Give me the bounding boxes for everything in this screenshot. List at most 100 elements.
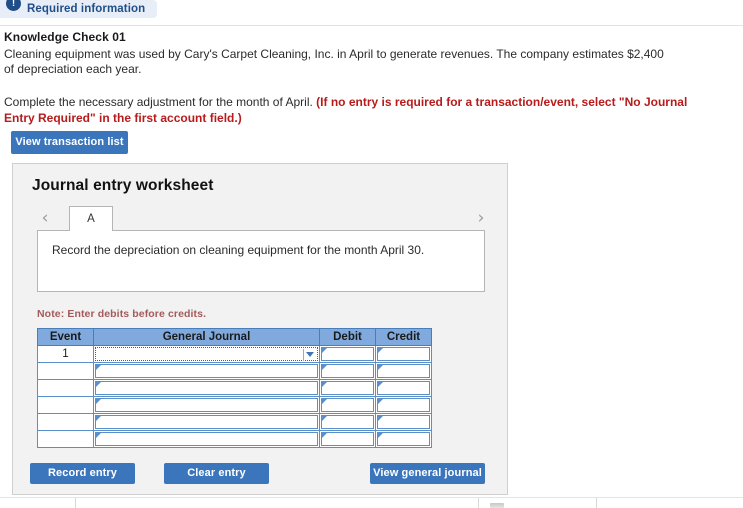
view-general-journal-button[interactable]: View general journal bbox=[370, 463, 485, 484]
cell-general-journal-1[interactable] bbox=[93, 345, 320, 363]
account-select-2[interactable] bbox=[95, 364, 318, 378]
cell-marker-icon bbox=[96, 365, 101, 370]
cell-event-4 bbox=[37, 396, 94, 414]
column-header-event: Event bbox=[37, 328, 94, 346]
cell-general-journal-2[interactable] bbox=[93, 362, 320, 380]
debit-input-4[interactable] bbox=[321, 398, 374, 412]
credit-input-5[interactable] bbox=[377, 415, 430, 429]
cell-marker-icon bbox=[378, 399, 383, 404]
credit-input-1[interactable] bbox=[377, 347, 430, 361]
debit-input-6[interactable] bbox=[321, 432, 374, 446]
cell-marker-icon bbox=[96, 399, 101, 404]
cell-credit-2[interactable] bbox=[375, 362, 432, 380]
cell-marker-icon bbox=[96, 382, 101, 387]
page-title: Knowledge Check 01 bbox=[4, 30, 126, 44]
cell-marker-icon bbox=[322, 433, 327, 438]
cell-credit-5[interactable] bbox=[375, 413, 432, 431]
required-information-tab: ! Required information bbox=[0, 0, 158, 18]
cell-debit-4[interactable] bbox=[319, 396, 376, 414]
cell-event-3 bbox=[37, 379, 94, 397]
account-select-1[interactable] bbox=[95, 347, 318, 361]
column-header-credit: Credit bbox=[375, 328, 432, 346]
cell-debit-5[interactable] bbox=[319, 413, 376, 431]
cell-marker-icon bbox=[378, 416, 383, 421]
chevron-right-icon[interactable]: › bbox=[473, 208, 489, 228]
account-select-4[interactable] bbox=[95, 398, 318, 412]
cell-credit-3[interactable] bbox=[375, 379, 432, 397]
worksheet-tabstrip: ‹ A › bbox=[13, 206, 509, 231]
record-entry-button[interactable]: Record entry bbox=[30, 463, 135, 484]
footer-separator bbox=[478, 498, 479, 508]
debit-input-3[interactable] bbox=[321, 381, 374, 395]
table-row bbox=[37, 396, 432, 414]
info-exclamation-icon: ! bbox=[6, 0, 21, 11]
header-divider bbox=[0, 25, 743, 26]
credit-input-6[interactable] bbox=[377, 432, 430, 446]
cell-debit-1[interactable] bbox=[319, 345, 376, 363]
cell-credit-6[interactable] bbox=[375, 430, 432, 448]
worksheet-title: Journal entry worksheet bbox=[32, 177, 214, 194]
table-row bbox=[37, 362, 432, 380]
required-information-label: Required information bbox=[27, 2, 146, 15]
transaction-description-panel: Record the depreciation on cleaning equi… bbox=[37, 230, 485, 292]
cell-marker-icon bbox=[378, 348, 383, 353]
question-instruction-plain: Complete the necessary adjustment for th… bbox=[4, 95, 317, 109]
table-row bbox=[37, 413, 432, 431]
cell-credit-1[interactable] bbox=[375, 345, 432, 363]
transaction-description-text: Record the depreciation on cleaning equi… bbox=[52, 243, 425, 257]
required-information-banner: ! Required information bbox=[0, 0, 158, 20]
cell-event-5 bbox=[37, 413, 94, 431]
account-select-3[interactable] bbox=[95, 381, 318, 395]
cell-general-journal-5[interactable] bbox=[93, 413, 320, 431]
cell-marker-icon bbox=[322, 416, 327, 421]
cell-event-1: 1 bbox=[37, 345, 94, 363]
cell-debit-2[interactable] bbox=[319, 362, 376, 380]
footer-separator bbox=[596, 498, 597, 508]
cell-marker-icon bbox=[322, 399, 327, 404]
cell-marker-icon bbox=[322, 348, 327, 353]
cell-debit-6[interactable] bbox=[319, 430, 376, 448]
cell-general-journal-6[interactable] bbox=[93, 430, 320, 448]
cell-marker-icon bbox=[322, 382, 327, 387]
chevron-down-icon[interactable] bbox=[306, 352, 314, 357]
debits-before-credits-note: Note: Enter debits before credits. bbox=[37, 308, 207, 320]
cell-marker-icon bbox=[96, 433, 101, 438]
column-header-debit: Debit bbox=[319, 328, 376, 346]
cell-marker-icon bbox=[96, 416, 101, 421]
dropdown-separator bbox=[303, 349, 304, 361]
table-row: 1 bbox=[37, 345, 432, 363]
view-transaction-list-button[interactable]: View transaction list bbox=[11, 131, 128, 154]
debit-input-1[interactable] bbox=[321, 347, 374, 361]
footer-divider bbox=[0, 497, 743, 498]
cell-credit-4[interactable] bbox=[375, 396, 432, 414]
clear-entry-button[interactable]: Clear entry bbox=[164, 463, 269, 484]
column-header-general-journal: General Journal bbox=[93, 328, 320, 346]
debit-input-5[interactable] bbox=[321, 415, 374, 429]
question-paragraph-1: Cleaning equipment was used by Cary's Ca… bbox=[4, 47, 664, 76]
credit-input-3[interactable] bbox=[377, 381, 430, 395]
account-select-6[interactable] bbox=[95, 432, 318, 446]
cell-event-2 bbox=[37, 362, 94, 380]
worksheet-tab-a[interactable]: A bbox=[69, 206, 113, 231]
question-block: Knowledge Check 01 Cleaning equipment wa… bbox=[4, 30, 704, 126]
cell-general-journal-4[interactable] bbox=[93, 396, 320, 414]
table-row bbox=[37, 430, 432, 448]
cell-event-6 bbox=[37, 430, 94, 448]
debit-input-2[interactable] bbox=[321, 364, 374, 378]
credit-input-2[interactable] bbox=[377, 364, 430, 378]
account-select-5[interactable] bbox=[95, 415, 318, 429]
cell-debit-3[interactable] bbox=[319, 379, 376, 397]
footer-glyph-icon bbox=[490, 503, 504, 508]
table-header-row: Event General Journal Debit Credit bbox=[37, 328, 432, 346]
journal-entry-worksheet-card: Journal entry worksheet ‹ A › Record the… bbox=[12, 163, 508, 495]
cell-marker-icon bbox=[378, 365, 383, 370]
question-paragraph-2: Complete the necessary adjustment for th… bbox=[4, 94, 704, 126]
chevron-left-icon[interactable]: ‹ bbox=[37, 208, 53, 228]
footer-separator bbox=[75, 498, 76, 508]
journal-entry-table: Event General Journal Debit Credit 1 bbox=[37, 328, 432, 448]
table-row bbox=[37, 379, 432, 397]
cell-marker-icon bbox=[378, 433, 383, 438]
credit-input-4[interactable] bbox=[377, 398, 430, 412]
cell-general-journal-3[interactable] bbox=[93, 379, 320, 397]
cell-marker-icon bbox=[378, 382, 383, 387]
